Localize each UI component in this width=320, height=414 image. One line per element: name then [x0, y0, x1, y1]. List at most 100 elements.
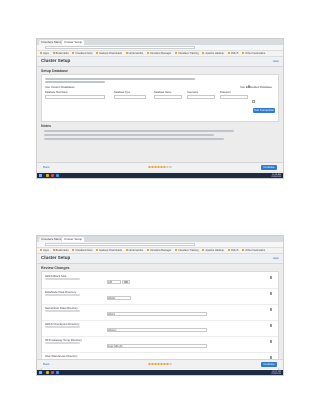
db-password-input[interactable] — [220, 95, 248, 99]
config-value: /dfs/nn — [108, 312, 116, 316]
help-icon[interactable] — [269, 340, 272, 343]
config-desc — [45, 294, 80, 296]
continue-button[interactable]: Continue — [261, 164, 277, 170]
checkpoint-dir-input[interactable] — [107, 328, 207, 332]
continue-button[interactable]: Continue — [261, 361, 277, 367]
help-icon[interactable] — [269, 292, 272, 295]
bookmark-item[interactable]: Apache Hadoop — [202, 51, 224, 56]
chrome-icon[interactable] — [51, 371, 54, 374]
page-title: Cluster Setup — [41, 255, 71, 260]
config-value: /dfs/snn — [108, 328, 117, 332]
note-text — [44, 138, 224, 140]
bookmark-item[interactable]: Bookmarks — [52, 51, 69, 56]
url-field[interactable] — [45, 46, 195, 49]
wizard-progress — [148, 166, 172, 168]
url-field[interactable] — [45, 243, 195, 246]
screenshot-review-changes: Cloudera Manager Cluster Setup Apps Book… — [36, 235, 284, 376]
db-username-input[interactable] — [187, 95, 215, 99]
bookmark-icon — [40, 249, 42, 252]
help-link[interactable]: Help — [273, 59, 279, 63]
wizard-footer: Back Continue — [37, 162, 283, 171]
bookmark-item[interactable]: CDH 5 — [227, 248, 239, 253]
bookmark-item[interactable]: Apps — [40, 248, 49, 253]
unit-select[interactable]: MB — [122, 280, 130, 284]
db-host-input[interactable] — [45, 95, 105, 99]
bookmark-item[interactable]: Hortonworks — [125, 51, 143, 56]
bookmark-item[interactable]: CDH 5 — [227, 51, 239, 56]
column-header: Database Type — [114, 91, 131, 94]
bookmark-item[interactable]: Cloudera Training — [175, 248, 199, 253]
bookmark-item[interactable]: Other bookmarks — [242, 51, 265, 56]
bookmark-icon — [52, 52, 55, 55]
note-text — [44, 130, 234, 132]
config-desc — [45, 310, 80, 312]
app-icon[interactable] — [56, 174, 59, 177]
bookmark-icon — [175, 249, 178, 252]
step-dot — [160, 166, 163, 168]
wizard-progress — [148, 363, 172, 365]
wizard-footer: Back Continue — [37, 359, 283, 368]
step-dot — [148, 363, 151, 365]
app-icon[interactable] — [56, 371, 59, 374]
section-title: Review Changes — [41, 266, 70, 270]
bookmark-icon — [175, 52, 178, 55]
bookmark-item[interactable]: Hadoop Downloads — [96, 51, 122, 56]
namenode-dir-input[interactable] — [107, 312, 207, 316]
bookmark-icon — [96, 249, 99, 252]
help-icon[interactable] — [269, 324, 272, 327]
explorer-icon[interactable] — [46, 174, 49, 177]
show-password-checkbox[interactable] — [252, 100, 255, 103]
test-connection-button[interactable]: Test Connection — [253, 108, 275, 113]
help-icon[interactable] — [269, 308, 272, 311]
back-button[interactable]: Back — [43, 165, 50, 169]
start-icon[interactable] — [39, 174, 42, 177]
step-dot — [169, 166, 172, 168]
bookmark-item[interactable]: Hortonworks — [125, 248, 143, 253]
screenshot-database-setup: Cloudera Manager Cluster Setup Apps Book… — [36, 38, 284, 179]
step-dot — [157, 166, 160, 168]
bookmark-item[interactable]: Other bookmarks — [242, 248, 265, 253]
bookmark-item[interactable]: Hadoop Downloads — [96, 248, 122, 253]
bookmark-item[interactable]: Cloudera Docs — [72, 51, 93, 56]
step-dot — [151, 166, 154, 168]
bookmark-item[interactable]: Cloudera Docs — [72, 248, 93, 253]
chrome-icon[interactable] — [51, 174, 54, 177]
step-dot — [169, 363, 172, 365]
description-text — [45, 78, 195, 80]
windows-taskbar: 12:01 PM 2/20/2015 — [37, 370, 283, 375]
embedded-db-label: Use Embedded Database — [239, 85, 272, 89]
db-name-input[interactable] — [154, 95, 182, 99]
bookmark-icon — [242, 52, 245, 55]
page-header: Cluster Setup Help — [37, 254, 283, 264]
step-dot — [148, 166, 151, 168]
back-button[interactable]: Back — [43, 362, 50, 366]
help-icon[interactable] — [269, 276, 272, 279]
bookmark-item[interactable]: Apps — [40, 51, 49, 56]
windows-taskbar: 11:58 AM 2/20/2015 — [37, 173, 283, 178]
start-icon[interactable] — [39, 371, 42, 374]
bookmark-icon — [146, 52, 149, 55]
db-type-select[interactable] — [114, 95, 146, 99]
notes-title: Notes — [41, 124, 51, 128]
bookmark-item[interactable]: Bookmarks — [52, 248, 69, 253]
step-dot — [166, 166, 169, 168]
explorer-icon[interactable] — [46, 371, 49, 374]
bookmark-item[interactable]: Apache Hadoop — [202, 248, 224, 253]
description-text — [45, 81, 105, 83]
help-link[interactable]: Help — [273, 256, 279, 260]
page-title: Cluster Setup — [41, 58, 71, 63]
config-row: NameNode Data Directory /dfs/nn — [42, 304, 278, 321]
step-dot — [151, 363, 154, 365]
bookmark-item[interactable]: Cloudera Manager — [146, 51, 171, 56]
step-dot — [154, 363, 157, 365]
taskbar-clock: 11:58 AM 2/20/2015 — [271, 173, 281, 178]
config-label: Hive Warehouse Directory — [45, 354, 78, 358]
bookmark-icon — [96, 52, 99, 55]
config-desc — [45, 326, 80, 328]
bookmark-item[interactable]: Cloudera Training — [175, 51, 199, 56]
bookmark-item[interactable]: Cloudera Manager — [146, 248, 171, 253]
bookmark-icon — [146, 249, 149, 252]
config-row: DataNode Data Directory /dfs/dn — [42, 288, 278, 305]
step-dot — [163, 166, 166, 168]
config-row: HDFS Checkpoint Directory /dfs/snn — [42, 320, 278, 337]
